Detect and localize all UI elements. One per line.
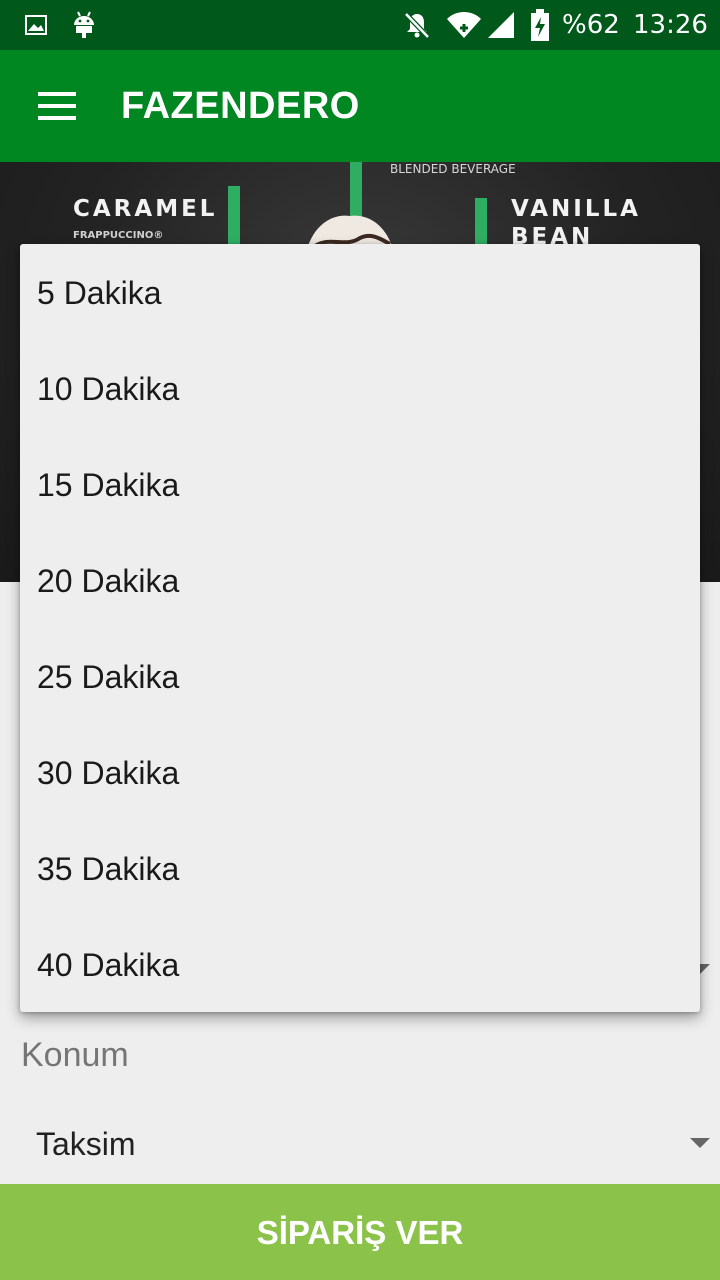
location-label: Konum	[21, 1036, 129, 1074]
screen: %62 13:26 FAZENDERO BLENDED BEVERAGE CAR…	[0, 0, 720, 1280]
time-dropdown-list: 5 Dakika 10 Dakika 15 Dakika 20 Dakika 2…	[20, 244, 700, 1012]
hero-right-name-line1: VANILLA	[511, 196, 641, 222]
order-button[interactable]: SİPARİŞ VER	[0, 1184, 720, 1280]
dropdown-option[interactable]: 15 Dakika	[20, 436, 700, 532]
notifications-off-icon	[402, 0, 432, 50]
location-select[interactable]: Taksim	[0, 1104, 720, 1184]
dropdown-option[interactable]: 10 Dakika	[20, 340, 700, 436]
wifi-icon	[446, 0, 482, 50]
status-bar: %62 13:26	[0, 0, 720, 50]
dropdown-option[interactable]: 30 Dakika	[20, 724, 700, 820]
app-bar: FAZENDERO	[0, 50, 720, 162]
android-icon	[72, 0, 96, 50]
hero-left-name: CARAMEL	[73, 196, 218, 222]
dropdown-option[interactable]: 40 Dakika	[20, 916, 700, 1012]
hero-center-text: BLENDED BEVERAGE	[390, 162, 516, 176]
dropdown-option[interactable]: 25 Dakika	[20, 628, 700, 724]
location-value: Taksim	[36, 1126, 136, 1162]
app-title: FAZENDERO	[121, 85, 360, 127]
hamburger-menu-icon	[38, 92, 76, 120]
image-icon	[24, 0, 48, 50]
hero-left-sub: FRAPPUCCINO®	[73, 230, 164, 241]
dropdown-option[interactable]: 20 Dakika	[20, 532, 700, 628]
signal-icon	[486, 0, 516, 50]
dropdown-option[interactable]: 5 Dakika	[20, 244, 700, 340]
dropdown-arrow-icon	[690, 1138, 710, 1148]
clock: 13:26	[633, 10, 708, 40]
menu-button[interactable]	[24, 78, 88, 134]
battery-percentage: %62	[562, 10, 620, 40]
dropdown-option[interactable]: 35 Dakika	[20, 820, 700, 916]
battery-charging-icon	[530, 0, 550, 50]
